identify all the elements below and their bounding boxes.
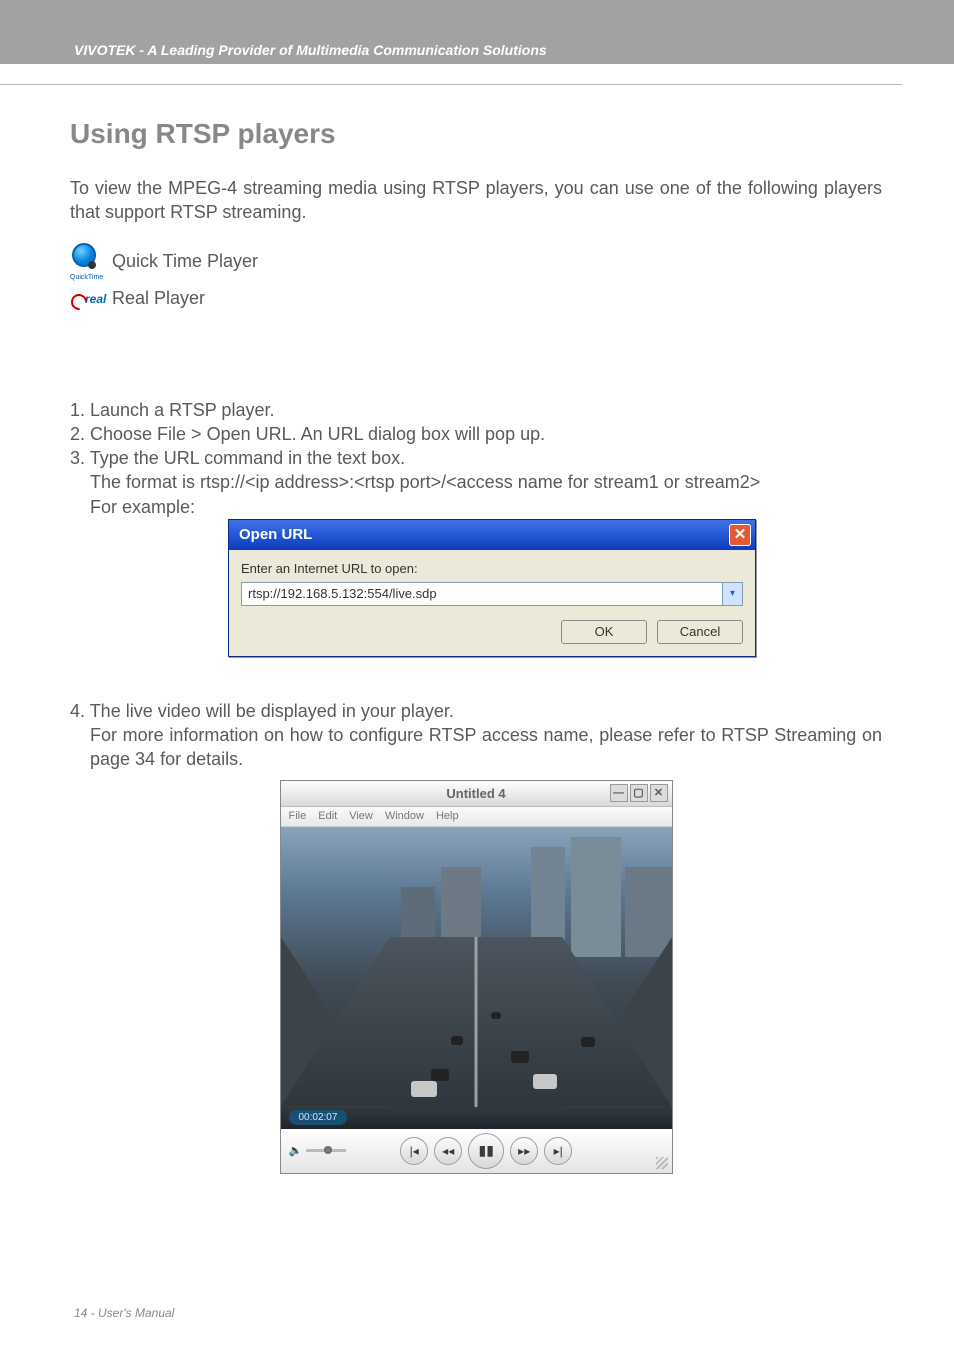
pause-icon: ▮▮	[478, 1142, 493, 1159]
player-close-button[interactable]: ✕	[650, 784, 668, 802]
quicktime-icon-caption: QuickTime	[70, 274, 98, 281]
skip-start-icon: |◂	[410, 1144, 419, 1158]
scene-lane-divider	[475, 937, 478, 1107]
page-title: Using RTSP players	[70, 118, 882, 150]
combobox-dropdown-button[interactable]: ▾	[722, 583, 742, 605]
skip-start-button[interactable]: |◂	[400, 1137, 428, 1165]
url-combobox[interactable]: ▾	[241, 582, 743, 606]
scene-car	[533, 1074, 557, 1089]
dialog-close-button[interactable]: ✕	[729, 524, 751, 546]
header-brand-text: VIVOTEK - A Leading Provider of Multimed…	[74, 42, 547, 58]
maximize-button[interactable]: ▢	[630, 784, 648, 802]
menu-help[interactable]: Help	[436, 810, 459, 822]
dialog-titlebar: Open URL ✕	[229, 520, 755, 550]
step-4: 4. The live video will be displayed in y…	[70, 699, 882, 723]
step-3: 3. Type the URL command in the text box.	[70, 446, 882, 470]
realplayer-icon: real	[71, 292, 97, 310]
menu-window[interactable]: Window	[385, 810, 424, 822]
rewind-button[interactable]: ◂◂	[434, 1137, 462, 1165]
header-band: VIVOTEK - A Leading Provider of Multimed…	[0, 0, 954, 64]
volume-thumb[interactable]	[324, 1146, 332, 1154]
step-3-format: The format is rtsp://<ip address>:<rtsp …	[70, 470, 882, 494]
example-label: For example:	[70, 495, 882, 519]
open-url-dialog: Open URL ✕ Enter an Internet URL to open…	[228, 519, 756, 657]
player-window-controls: ― ▢ ✕	[610, 784, 668, 802]
skip-end-button[interactable]: ▸|	[544, 1137, 572, 1165]
resize-grip[interactable]	[656, 1157, 668, 1169]
pause-button[interactable]: ▮▮	[468, 1133, 504, 1169]
steps-block: 1. Launch a RTSP player. 2. Choose File …	[70, 398, 882, 657]
scene-car	[511, 1051, 529, 1063]
content-area: Using RTSP players To view the MPEG-4 st…	[0, 64, 954, 1174]
step-4-block: 4. The live video will be displayed in y…	[70, 699, 882, 772]
forward-icon: ▸▸	[518, 1144, 530, 1158]
minimize-button[interactable]: ―	[610, 784, 628, 802]
close-icon: ✕	[654, 786, 663, 799]
video-viewport	[281, 827, 672, 1107]
quicktime-icon	[72, 243, 96, 267]
player-menubar: File Edit View Window Help	[281, 807, 672, 827]
step-2: 2. Choose File > Open URL. An URL dialog…	[70, 422, 882, 446]
page-footer: 14 - User's Manual	[74, 1306, 174, 1320]
dialog-button-row: OK Cancel	[241, 620, 743, 644]
skip-end-icon: ▸|	[554, 1144, 563, 1158]
intro-paragraph: To view the MPEG-4 streaming media using…	[70, 176, 882, 225]
speaker-icon: 🔈	[289, 1144, 303, 1157]
dialog-field-label: Enter an Internet URL to open:	[241, 560, 743, 578]
player-titlebar: Untitled 4 ― ▢ ✕	[281, 781, 672, 807]
dialog-body: Enter an Internet URL to open: ▾ OK Canc…	[229, 550, 755, 656]
player-list: QuickTime Quick Time Player real Real Pl…	[70, 243, 882, 310]
url-input[interactable]	[242, 583, 722, 605]
chevron-down-icon: ▾	[730, 587, 735, 601]
header-divider	[0, 84, 902, 85]
ok-button[interactable]: OK	[561, 620, 647, 644]
scene-car	[581, 1037, 595, 1047]
player-quicktime-row: QuickTime Quick Time Player	[70, 243, 882, 281]
minimize-icon: ―	[613, 787, 624, 799]
close-icon: ✕	[734, 525, 747, 545]
elapsed-time: 00:02:07	[289, 1110, 348, 1125]
scene-car	[411, 1081, 437, 1097]
scene-car	[451, 1036, 463, 1045]
media-player-window: Untitled 4 ― ▢ ✕ File Edit View Window H…	[280, 780, 673, 1174]
menu-file[interactable]: File	[289, 810, 307, 822]
player-real-label: Real Player	[112, 288, 205, 309]
volume-control[interactable]: 🔈	[289, 1144, 347, 1157]
player-real-row: real Real Player	[70, 287, 882, 310]
player-title-text: Untitled 4	[446, 786, 505, 801]
step-1: 1. Launch a RTSP player.	[70, 398, 882, 422]
step-4-note: For more information on how to configure…	[70, 723, 882, 772]
dialog-title-text: Open URL	[239, 525, 312, 545]
cancel-button[interactable]: Cancel	[657, 620, 743, 644]
menu-edit[interactable]: Edit	[318, 810, 337, 822]
progress-bar[interactable]: 00:02:07	[281, 1107, 672, 1129]
maximize-icon: ▢	[633, 786, 643, 799]
transport-controls: |◂ ◂◂ ▮▮ ▸▸ ▸|	[400, 1133, 572, 1169]
player-quicktime-label: Quick Time Player	[112, 251, 258, 272]
scene-car	[491, 1012, 501, 1019]
volume-track[interactable]	[306, 1149, 346, 1152]
menu-view[interactable]: View	[349, 810, 373, 822]
player-toolbar: 🔈 |◂ ◂◂ ▮▮ ▸▸ ▸|	[281, 1129, 672, 1173]
scene-car	[431, 1069, 449, 1081]
forward-button[interactable]: ▸▸	[510, 1137, 538, 1165]
rewind-icon: ◂◂	[442, 1144, 454, 1158]
